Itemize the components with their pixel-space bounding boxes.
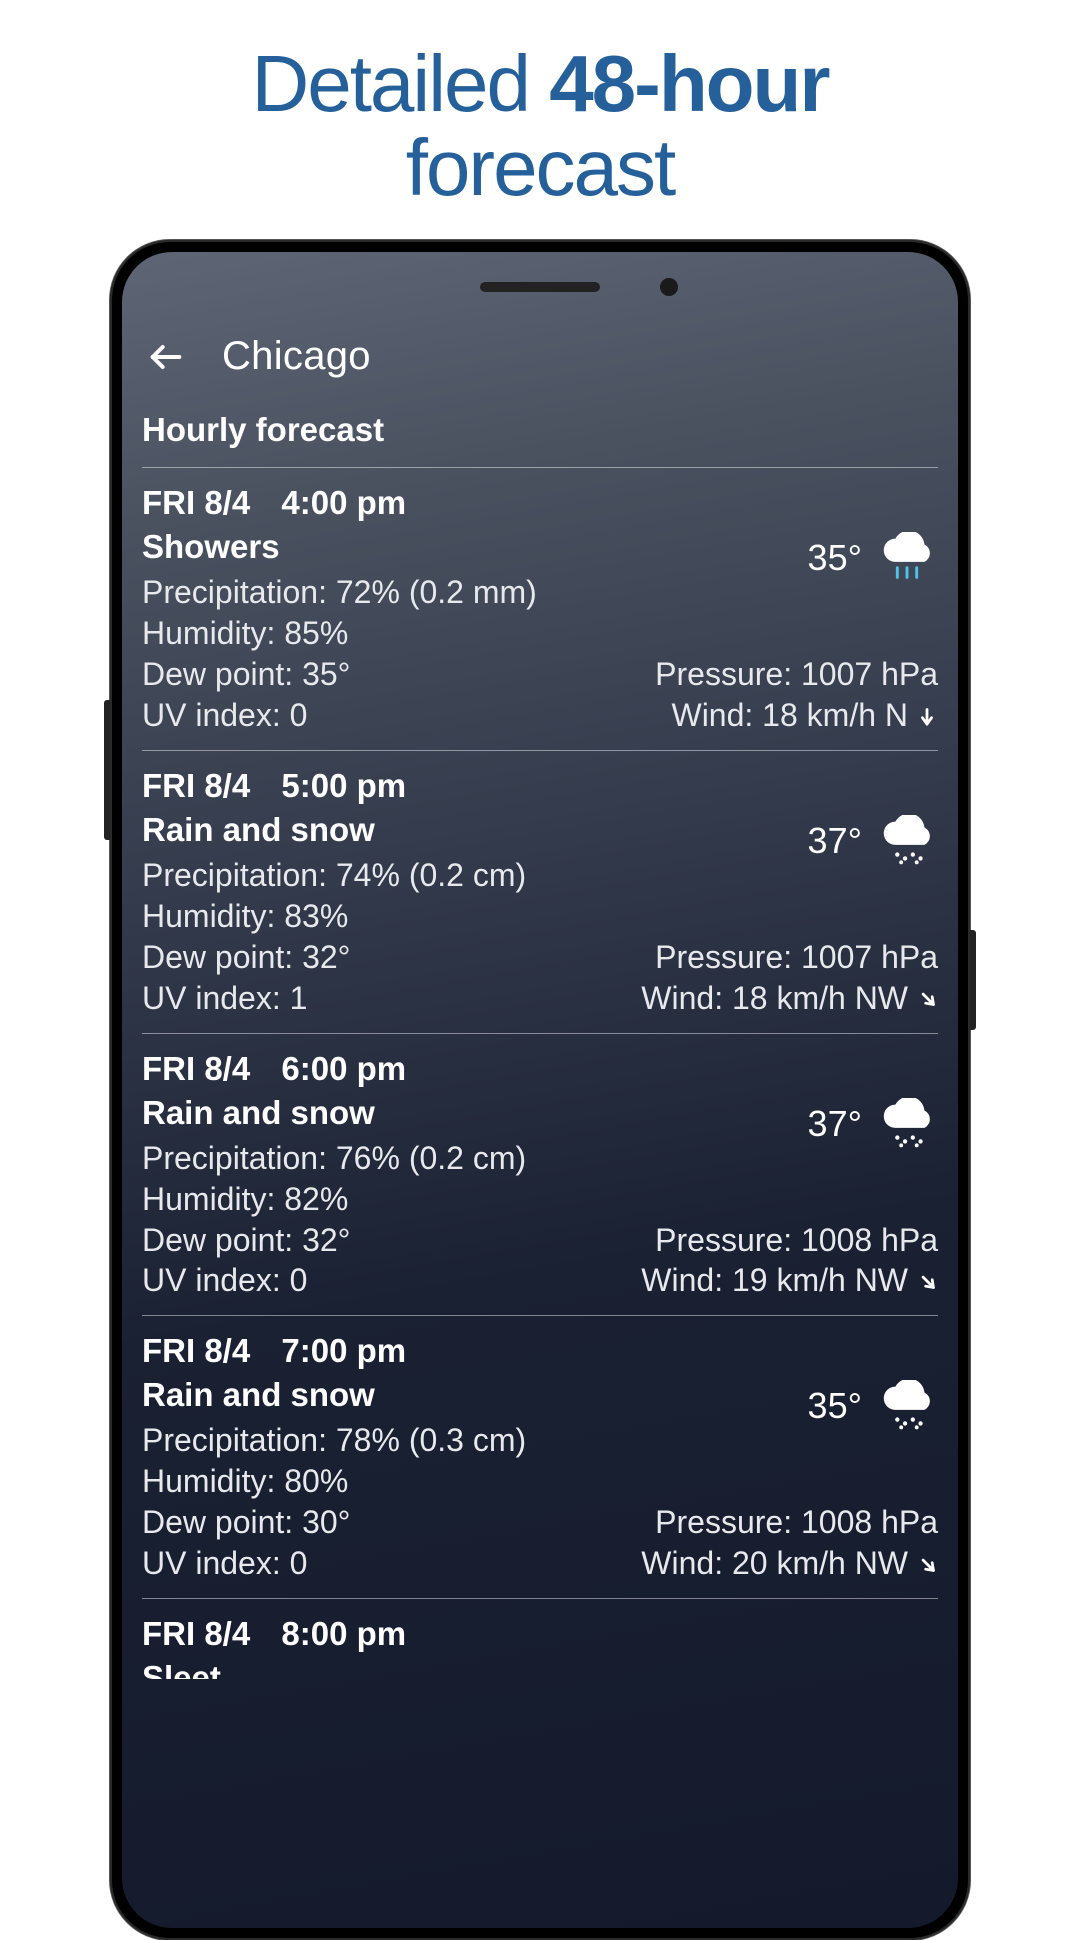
row-date: FRI 8/4 [142,1332,250,1369]
row-datetime: FRI 8/4 5:00 pm [142,767,938,805]
wind-direction-icon [916,704,938,726]
app-bar: Chicago [142,326,938,405]
row-datetime: FRI 8/4 7:00 pm [142,1332,938,1370]
headline-line2: forecast [406,123,675,212]
humidity-line: Humidity: 85% [142,613,938,654]
hourly-row[interactable]: FRI 8/4 7:00 pm Rain and snow 35° Precip… [142,1316,938,1598]
wind-direction-icon [916,987,938,1009]
phone-camera [660,278,678,296]
row-time: 6:00 pm [281,1050,406,1087]
wind-value: Wind: 20 km/h NW [641,1543,908,1584]
wind-value: Wind: 19 km/h NW [641,1260,908,1301]
phone-screen: Chicago Hourly forecast FRI 8/4 4:00 pm … [122,252,958,1928]
wind-value: Wind: 18 km/h N [671,695,908,736]
pressure-value: Pressure: 1008 hPa [655,1502,938,1543]
uv-wind-line: UV index: 1 Wind: 18 km/h NW [142,978,938,1019]
temp-and-icon: 35° [808,532,938,584]
row-time: 8:00 pm [281,1615,406,1652]
back-arrow-icon[interactable] [146,337,186,377]
phone-side-button [104,700,110,840]
temp-and-icon: 35° [808,1380,938,1432]
row-time: 7:00 pm [281,1332,406,1369]
pressure-value: Pressure: 1008 hPa [655,1220,938,1261]
rain-snow-icon [876,815,938,867]
phone-side-button [970,930,976,1030]
temperature: 37° [808,820,862,862]
pressure-value: Pressure: 1007 hPa [655,937,938,978]
uv-wind-line: UV index: 0 Wind: 19 km/h NW [142,1260,938,1301]
wind-direction-icon [916,1553,938,1575]
uv-wind-line: UV index: 0 Wind: 20 km/h NW [142,1543,938,1584]
row-date: FRI 8/4 [142,767,250,804]
row-time: 4:00 pm [281,484,406,521]
section-title: Hourly forecast [142,405,938,467]
hourly-list[interactable]: FRI 8/4 4:00 pm Showers 35° Precipitatio… [142,468,938,1693]
headline-bold: 48-hour [549,39,828,128]
temperature: 35° [808,1385,862,1427]
phone-frame: Chicago Hourly forecast FRI 8/4 4:00 pm … [110,240,970,1940]
humidity-line: Humidity: 80% [142,1461,938,1502]
wind-direction-icon [916,1270,938,1292]
dewpoint-pressure-line: Dew point: 35° Pressure: 1007 hPa [142,654,938,695]
dewpoint-pressure-line: Dew point: 32° Pressure: 1008 hPa [142,1220,938,1261]
marketing-headline: Detailed 48-hour forecast [0,0,1080,210]
temp-and-icon: 37° [808,1098,938,1150]
rain-snow-icon [876,1098,938,1150]
hourly-row[interactable]: FRI 8/4 8:00 pm Sleet [142,1599,938,1693]
humidity-line: Humidity: 82% [142,1179,938,1220]
row-time: 5:00 pm [281,767,406,804]
row-datetime: FRI 8/4 8:00 pm [142,1615,938,1653]
row-date: FRI 8/4 [142,484,250,521]
temperature: 35° [808,537,862,579]
headline-text: Detailed [251,39,549,128]
rain-snow-icon [876,1380,938,1432]
humidity-line: Humidity: 83% [142,896,938,937]
pressure-value: Pressure: 1007 hPa [655,654,938,695]
row-date: FRI 8/4 [142,1050,250,1087]
row-date: FRI 8/4 [142,1615,250,1652]
city-title: Chicago [222,334,371,379]
temp-and-icon: 37° [808,815,938,867]
uv-wind-line: UV index: 0 Wind: 18 km/h N [142,695,938,736]
row-condition: Sleet [142,1659,938,1679]
wind-value: Wind: 18 km/h NW [641,978,908,1019]
app-content: Chicago Hourly forecast FRI 8/4 4:00 pm … [122,308,958,1928]
dewpoint-pressure-line: Dew point: 30° Pressure: 1008 hPa [142,1502,938,1543]
hourly-row[interactable]: FRI 8/4 5:00 pm Rain and snow 37° Precip… [142,751,938,1033]
row-datetime: FRI 8/4 6:00 pm [142,1050,938,1088]
row-datetime: FRI 8/4 4:00 pm [142,484,938,522]
showers-icon [876,532,938,584]
hourly-row[interactable]: FRI 8/4 4:00 pm Showers 35° Precipitatio… [142,468,938,750]
temperature: 37° [808,1103,862,1145]
dewpoint-pressure-line: Dew point: 32° Pressure: 1007 hPa [142,937,938,978]
phone-speaker [480,282,600,292]
hourly-row[interactable]: FRI 8/4 6:00 pm Rain and snow 37° Precip… [142,1034,938,1316]
